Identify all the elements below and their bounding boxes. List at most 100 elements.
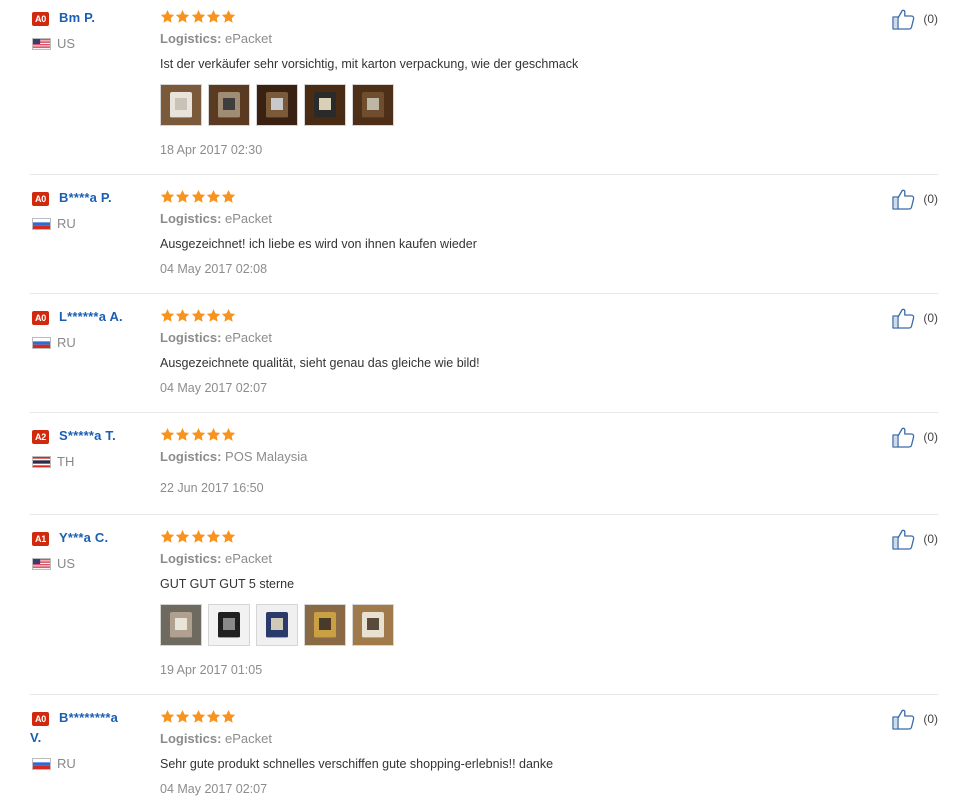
- star-icon: [191, 9, 206, 26]
- helpful-count: (0): [923, 12, 938, 26]
- review-item: A1 Y***a C. US Logistics: ePacket GUT GUT GU…: [30, 528, 938, 695]
- ru-flag-icon: [32, 218, 51, 230]
- reviewer-country: RU: [57, 335, 76, 350]
- star-icon: [175, 189, 190, 206]
- review-photos: [160, 604, 400, 646]
- review-date: 19 Apr 2017 01:05: [160, 663, 263, 677]
- photo-box-open[interactable]: [208, 84, 250, 126]
- photo-product-brown[interactable]: [352, 84, 394, 126]
- logistics-info: Logistics: ePacket: [160, 551, 272, 567]
- photo-product-dark[interactable]: [256, 84, 298, 126]
- photo-product-hand[interactable]: [160, 604, 202, 646]
- reviewer-country: RU: [57, 756, 76, 771]
- star-icon: [160, 529, 175, 546]
- review-photos: [160, 84, 400, 126]
- star-icon: [175, 529, 190, 546]
- star-icon: [206, 427, 221, 444]
- thumbs-up-icon[interactable]: [892, 188, 916, 210]
- review-text: GUT GUT GUT 5 sterne: [160, 577, 295, 591]
- star-icon: [175, 9, 190, 26]
- helpful-button[interactable]: (0): [892, 708, 938, 730]
- logistics-info: Logistics: ePacket: [160, 731, 272, 747]
- star-icon: [160, 9, 175, 26]
- logistics-info: Logistics: ePacket: [160, 211, 272, 227]
- review-text: Ist der verkäufer sehr vorsichtig, mit k…: [160, 57, 579, 71]
- reviewer-name[interactable]: S*****a T.: [59, 426, 155, 446]
- helpful-button[interactable]: (0): [892, 8, 938, 30]
- star-icon: [160, 427, 175, 444]
- star-icon: [221, 9, 236, 26]
- logistics-label: Logistics:: [160, 211, 222, 226]
- reviewer-country: RU: [57, 216, 76, 231]
- photo-product-cable[interactable]: [304, 604, 346, 646]
- review-date: 22 Jun 2017 16:50: [160, 481, 264, 495]
- thumbs-up-icon[interactable]: [892, 708, 916, 730]
- reviewer-name[interactable]: L******a A.: [59, 307, 155, 327]
- star-icon: [175, 308, 190, 325]
- thumbs-up-icon[interactable]: [892, 8, 916, 30]
- reviewer-name[interactable]: Bm P.: [59, 8, 155, 28]
- photo-box-white[interactable]: [160, 84, 202, 126]
- logistics-label: Logistics:: [160, 449, 222, 464]
- reviewer-country: TH: [57, 454, 75, 469]
- logistics-label: Logistics:: [160, 731, 222, 746]
- photo-product-case[interactable]: [304, 84, 346, 126]
- logistics-value: ePacket: [225, 731, 273, 746]
- star-icon: [206, 308, 221, 325]
- logistics-label: Logistics:: [160, 330, 222, 345]
- star-icon: [221, 529, 236, 546]
- review-text: Ausgezeichnet! ich liebe es wird von ihn…: [160, 237, 477, 251]
- thumbs-up-icon[interactable]: [892, 528, 916, 550]
- logistics-label: Logistics:: [160, 31, 222, 46]
- review-date: 04 May 2017 02:07: [160, 381, 268, 395]
- logistics-value: ePacket: [225, 551, 273, 566]
- reviewer-name[interactable]: B********a V.: [30, 708, 126, 748]
- buyer-level-badge: A0: [32, 192, 49, 206]
- star-icon: [221, 709, 236, 726]
- reviewer-country: US: [57, 556, 76, 571]
- ru-flag-icon: [32, 758, 51, 770]
- star-icon: [175, 709, 190, 726]
- star-icon: [206, 189, 221, 206]
- review-date: 04 May 2017 02:07: [160, 782, 268, 796]
- star-icon: [191, 189, 206, 206]
- helpful-button[interactable]: (0): [892, 307, 938, 329]
- review-item: A0 B********a V. RU Logistics: ePacket Sehr …: [30, 708, 938, 805]
- helpful-button[interactable]: (0): [892, 528, 938, 550]
- thumbs-up-icon[interactable]: [892, 426, 916, 448]
- reviewer-name[interactable]: B****a P.: [59, 188, 155, 208]
- photo-product-blue[interactable]: [256, 604, 298, 646]
- star-icon: [160, 709, 175, 726]
- helpful-count: (0): [923, 311, 938, 325]
- star-icon: [206, 9, 221, 26]
- star-icon: [191, 308, 206, 325]
- helpful-button[interactable]: (0): [892, 426, 938, 448]
- logistics-info: Logistics: ePacket: [160, 330, 272, 346]
- helpful-button[interactable]: (0): [892, 188, 938, 210]
- logistics-value: ePacket: [225, 330, 273, 345]
- buyer-level-badge: A0: [32, 311, 49, 325]
- star-rating: [160, 9, 236, 26]
- photo-product-watch[interactable]: [208, 604, 250, 646]
- review-item: A0 B****a P. RU Logistics: ePacket Ausgezeic…: [30, 188, 938, 294]
- review-date: 04 May 2017 02:08: [160, 262, 268, 276]
- photo-package-label[interactable]: [352, 604, 394, 646]
- helpful-count: (0): [923, 430, 938, 444]
- star-icon: [160, 308, 175, 325]
- us-flag-icon: [32, 558, 51, 570]
- star-icon: [221, 427, 236, 444]
- us-flag-icon: [32, 38, 51, 50]
- review-text: Sehr gute produkt schnelles verschiffen …: [160, 757, 554, 771]
- reviewer-name[interactable]: Y***a C.: [59, 528, 155, 548]
- logistics-label: Logistics:: [160, 551, 222, 566]
- star-rating: [160, 308, 236, 325]
- star-icon: [160, 189, 175, 206]
- thumbs-up-icon[interactable]: [892, 307, 916, 329]
- review-date: 18 Apr 2017 02:30: [160, 143, 263, 157]
- star-rating: [160, 709, 236, 726]
- buyer-level-badge: A2: [32, 430, 49, 444]
- star-icon: [206, 529, 221, 546]
- review-text: Ausgezeichnete qualität, sieht genau das…: [160, 356, 480, 370]
- logistics-value: POS Malaysia: [225, 449, 308, 464]
- star-icon: [221, 189, 236, 206]
